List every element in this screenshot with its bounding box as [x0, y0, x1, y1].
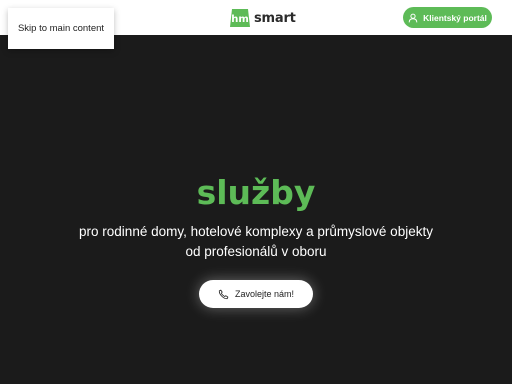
call-us-label: Zavolejte nám!	[234, 289, 295, 299]
page-title: služby	[196, 173, 316, 212]
call-us-button[interactable]: Zavolejte nám!	[199, 280, 313, 308]
hero-section: služby pro rodinné domy, hotelové komple…	[0, 35, 512, 384]
phone-icon	[218, 289, 229, 299]
skip-to-content-link[interactable]: Skip to main content	[8, 8, 114, 49]
client-portal-button[interactable]: Klientský portál	[403, 7, 492, 28]
logo-text: smart	[254, 10, 296, 26]
client-portal-label: Klientský portál	[423, 12, 487, 23]
hero-subtitle: pro rodinné domy, hotelové komplexy a pr…	[79, 224, 433, 259]
logo[interactable]: hm smart	[228, 6, 296, 30]
logo-mark-text: hm	[231, 14, 249, 25]
hmsmart-logo-icon: hm	[230, 9, 250, 27]
user-icon	[408, 13, 418, 22]
